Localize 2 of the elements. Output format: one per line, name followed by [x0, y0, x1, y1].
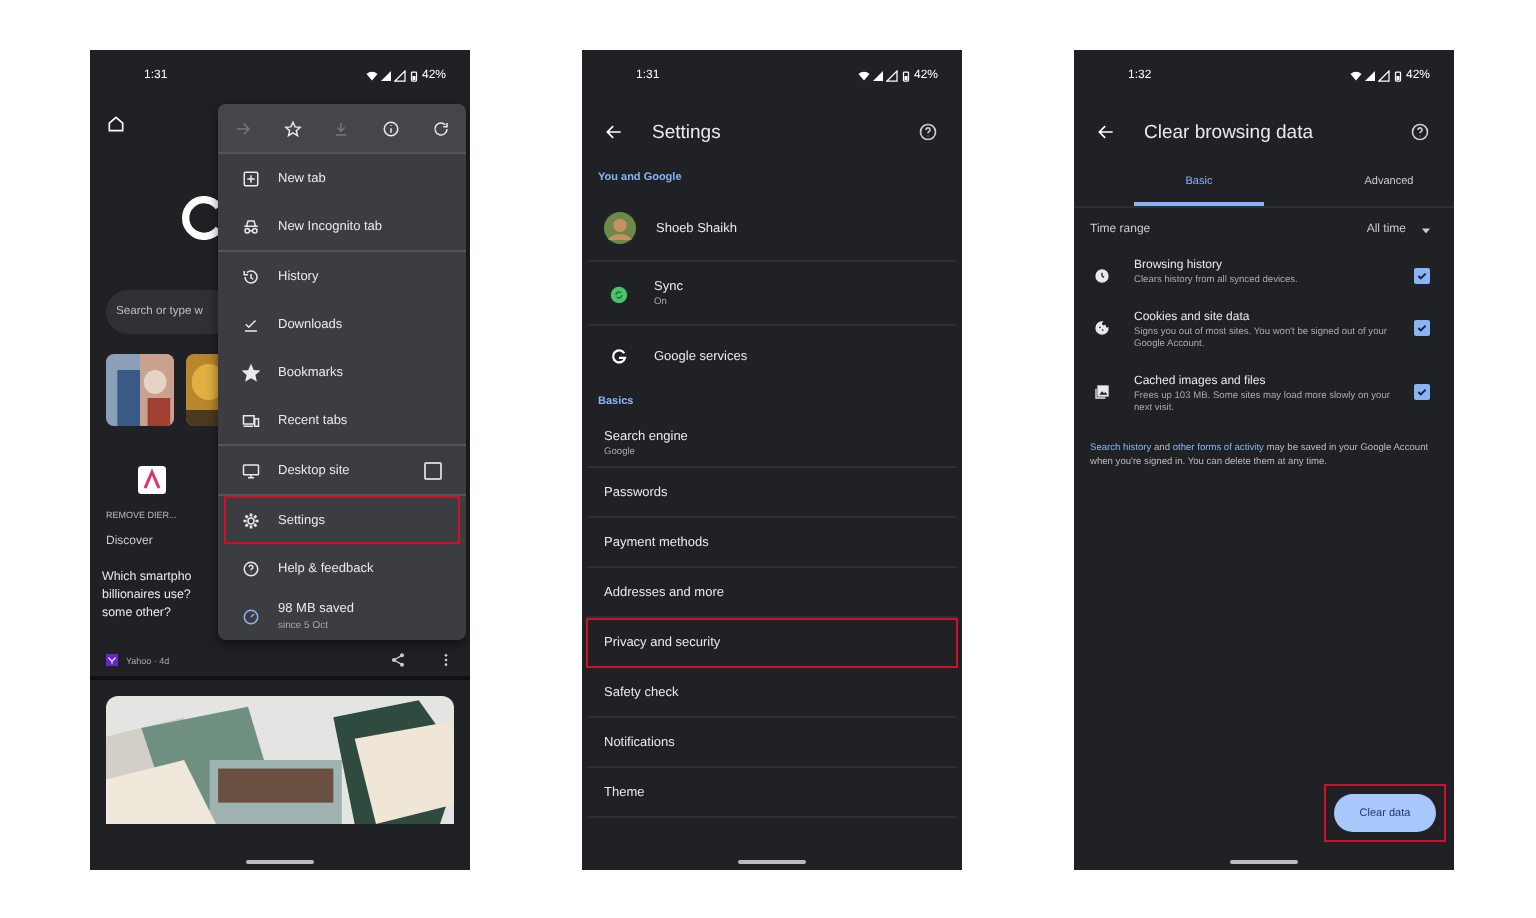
screen-title: Clear browsing data — [1144, 121, 1313, 143]
screen-title: Settings — [652, 121, 721, 143]
